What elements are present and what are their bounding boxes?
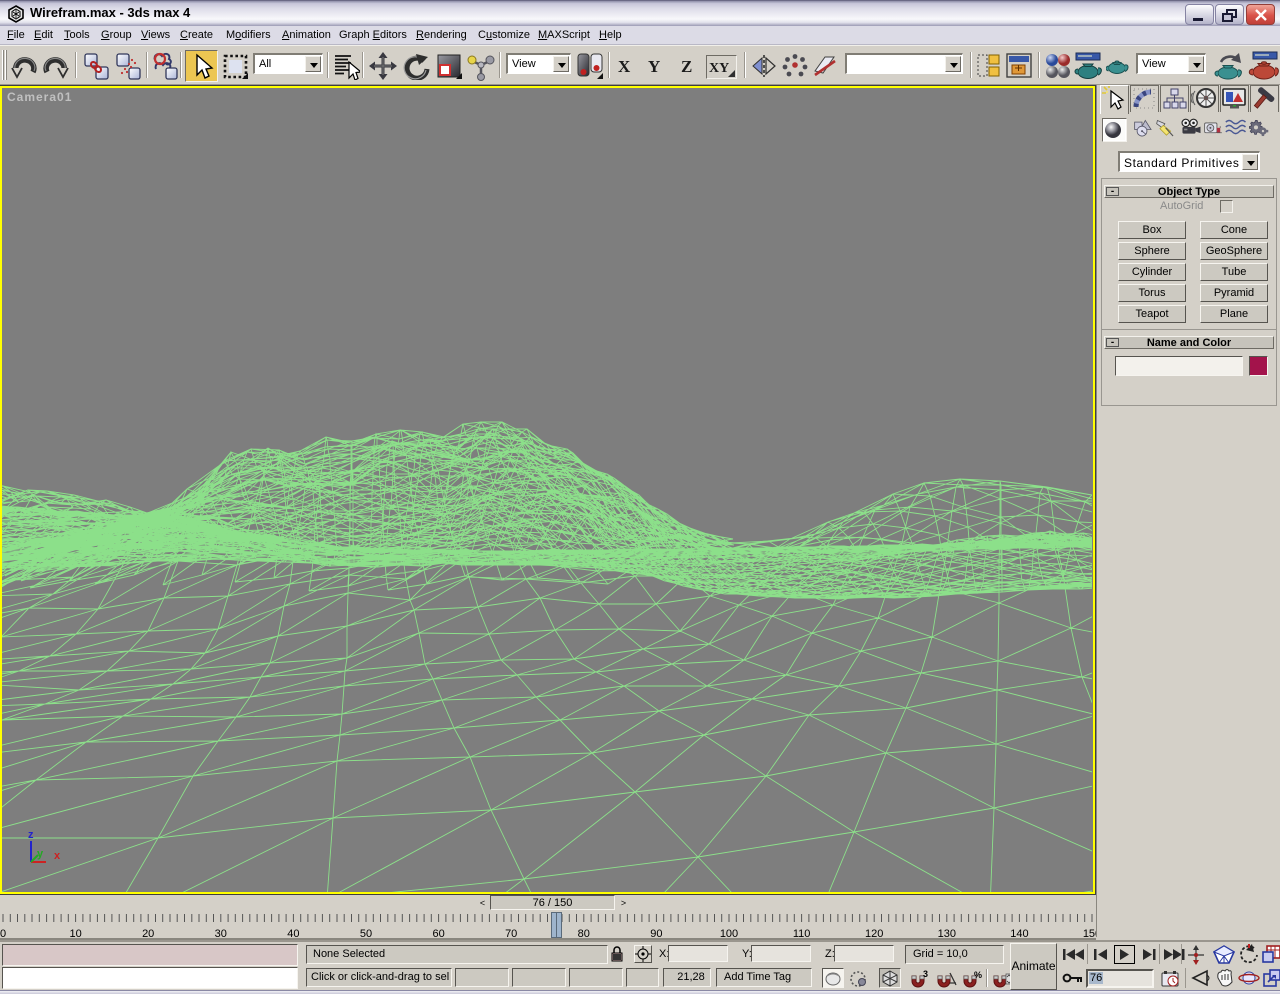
svg-text:80: 80: [578, 928, 590, 940]
svg-text:40: 40: [287, 928, 299, 940]
svg-text:90: 90: [650, 928, 662, 940]
svg-text:x: x: [54, 850, 61, 862]
svg-text:150: 150: [1083, 928, 1096, 940]
svg-text:%: %: [974, 970, 982, 980]
svg-text:30: 30: [215, 928, 227, 940]
svg-text:z: z: [28, 829, 34, 841]
svg-text:y: y: [37, 848, 44, 860]
svg-text:X: X: [618, 57, 631, 76]
svg-text:Y: Y: [648, 57, 660, 76]
svg-text:20: 20: [142, 928, 154, 940]
svg-text:Z: Z: [681, 57, 692, 76]
svg-text:0: 0: [0, 928, 6, 940]
svg-text:50: 50: [360, 928, 372, 940]
svg-text:120: 120: [865, 928, 883, 940]
svg-text:130: 130: [938, 928, 956, 940]
svg-text:70: 70: [505, 928, 517, 940]
svg-text:140: 140: [1010, 928, 1028, 940]
svg-text:100: 100: [720, 928, 738, 940]
svg-text:110: 110: [793, 928, 811, 940]
svg-text:3: 3: [923, 969, 928, 979]
svg-text:60: 60: [432, 928, 444, 940]
svg-text:10: 10: [69, 928, 81, 940]
svg-text:XY: XY: [709, 61, 729, 76]
